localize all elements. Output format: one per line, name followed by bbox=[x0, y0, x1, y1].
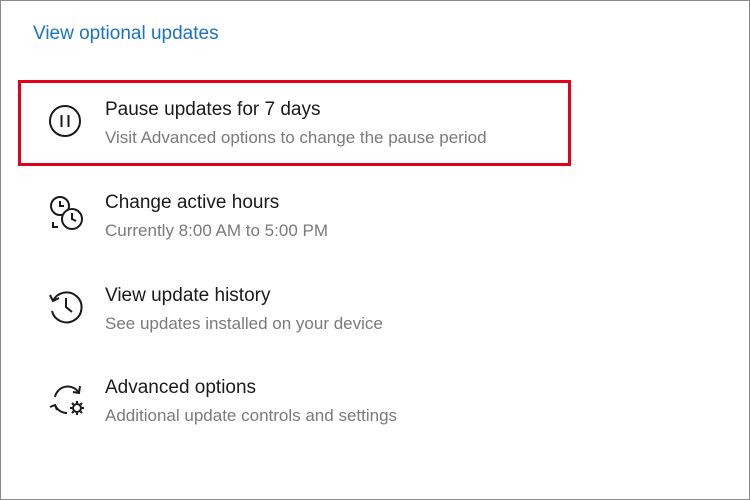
pause-icon bbox=[49, 105, 81, 137]
view-optional-updates-link[interactable]: View optional updates bbox=[33, 23, 219, 45]
advanced-options-item[interactable]: Advanced options Additional update contr… bbox=[47, 377, 567, 439]
history-icon bbox=[49, 291, 83, 324]
view-update-history-item[interactable]: View update history See updates installe… bbox=[47, 285, 567, 347]
change-active-hours-subtitle: Currently 8:00 AM to 5:00 PM bbox=[105, 221, 328, 240]
active-hours-icon bbox=[50, 196, 83, 230]
view-update-history-title: View update history bbox=[105, 285, 271, 306]
pause-updates-subtitle: Visit Advanced options to change the pau… bbox=[105, 128, 487, 147]
change-active-hours-item[interactable]: Change active hours Currently 8:00 AM to… bbox=[47, 192, 567, 254]
advanced-options-subtitle: Additional update controls and settings bbox=[105, 406, 398, 425]
view-update-history-subtitle: See updates installed on your device bbox=[105, 314, 383, 333]
advanced-options-title: Advanced options bbox=[105, 377, 257, 398]
pause-updates-title: Pause updates for 7 days bbox=[105, 99, 321, 120]
pause-updates-item[interactable]: Pause updates for 7 days Visit Advanced … bbox=[47, 99, 567, 161]
advanced-options-icon bbox=[49, 385, 84, 415]
settings-panel: View optional updates Pause updates for … bbox=[0, 0, 750, 500]
change-active-hours-title: Change active hours bbox=[105, 192, 280, 213]
